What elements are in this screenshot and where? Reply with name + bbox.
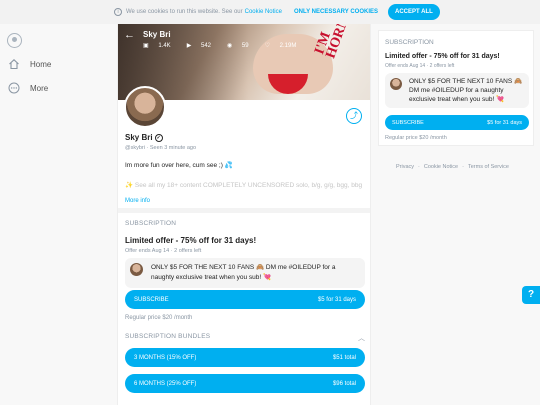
- card-offer-meta: Offer ends Aug 14 · 2 offers left: [385, 63, 455, 69]
- profile-info: Sky Bri ✓ @skybri · Seen 3 minute ago Im…: [125, 133, 365, 204]
- profile-handle: @skybri: [125, 145, 145, 151]
- footer-links: Privacy · Cookie Notice · Terms of Servi…: [396, 164, 513, 170]
- card-promo-message: ONLY $5 FOR THE NEXT 10 FANS 🙈 DM me #OI…: [385, 73, 529, 108]
- profile-stats: ▣ 1.4K ▶ 542 ◉ 59 ♡ 2.19M: [143, 42, 312, 49]
- cookie-notice-footer-link[interactable]: Cookie Notice: [424, 164, 458, 170]
- cover-header: ← Sky Bri ▣ 1.4K ▶ 542 ◉ 59 ♡ 2.19M: [124, 30, 312, 50]
- sidebar-item-more[interactable]: More: [8, 82, 48, 94]
- footer-separator: ·: [462, 164, 464, 170]
- stream-icon: ◉: [227, 43, 233, 49]
- help-icon: ?: [527, 289, 535, 300]
- more-info-link[interactable]: More info: [125, 198, 365, 204]
- last-seen: Seen 3 minute ago: [149, 145, 197, 151]
- home-icon: [9, 59, 19, 70]
- card-subscribe-button[interactable]: SUBSCRIBE $5 for 31 days: [385, 115, 529, 130]
- profile-column: I'M HORNY ← Sky Bri ▣ 1.4K ▶ 542 ◉ 59 ♡ 2…: [117, 24, 371, 405]
- offer-title: Limited offer - 75% off for 31 days!: [125, 236, 257, 245]
- back-arrow-icon[interactable]: ←: [124, 30, 135, 49]
- bundle-price: $96 total: [332, 380, 356, 387]
- likes-count: ♡ 2.19M: [264, 43, 297, 49]
- promo-avatar: [130, 263, 143, 276]
- subscribe-label: SUBSCRIBE: [392, 119, 424, 126]
- bundle-label: 3 MONTHS (15% off): [134, 354, 197, 361]
- bundle-6-months-button[interactable]: 6 MONTHS (25% off) $96 total: [125, 374, 365, 393]
- sidebar-item-label: More: [30, 83, 49, 93]
- share-icon: ⤴: [350, 111, 358, 120]
- offer-meta: Offer ends Aug 14 · 2 offers left: [125, 248, 202, 254]
- bundle-label: 6 MONTHS (25% off): [134, 380, 197, 387]
- profile-meta: @skybri · Seen 3 minute ago: [125, 145, 197, 151]
- subscribe-button[interactable]: Subscribe $5 for 31 days: [125, 290, 365, 309]
- help-button[interactable]: ?: [522, 286, 540, 304]
- privacy-link[interactable]: Privacy: [396, 164, 414, 170]
- subscribe-label: Subscribe: [134, 296, 169, 303]
- streams-count: ◉ 59: [227, 43, 249, 49]
- info-icon: i: [114, 8, 122, 16]
- profile-name: Sky Bri ✓: [125, 133, 163, 142]
- card-offer-title: Limited offer - 75% off for 31 days!: [385, 53, 500, 60]
- cookie-notice-link[interactable]: Cookie Notice: [245, 9, 282, 15]
- profile-avatar[interactable]: [124, 86, 166, 128]
- more-icon: [8, 82, 20, 94]
- cookie-text: We use cookies to run this website. See …: [126, 9, 243, 15]
- share-button[interactable]: ⤴: [346, 108, 362, 124]
- card-regular-price: Regular price $20 /month: [385, 135, 447, 141]
- videos-count: ▶ 542: [186, 43, 211, 49]
- photos-count: ▣ 1.4K: [143, 43, 171, 49]
- accept-all-button[interactable]: ACCEPT ALL: [388, 4, 440, 20]
- subscribe-price: $5 for 31 days: [317, 296, 356, 303]
- bundle-3-months-button[interactable]: 3 MONTHS (15% off) $51 total: [125, 348, 365, 367]
- profile-bio-line: ✨ See all my 18+ content COMPLETELY UNCE…: [125, 182, 363, 189]
- profile-bio: Im more fun over here, cum see ;) 💦: [125, 162, 233, 169]
- terms-link[interactable]: Terms of Service: [468, 164, 509, 170]
- only-necessary-cookies-button[interactable]: ONLY NECESSARY COOKIES: [294, 9, 378, 15]
- promo-avatar: [390, 78, 402, 90]
- verified-icon: ✓: [154, 133, 163, 142]
- cookie-banner: i We use cookies to run this website. Se…: [0, 0, 540, 24]
- bundles-header[interactable]: Subscription bundles ︿: [118, 333, 370, 343]
- user-avatar[interactable]: [7, 33, 22, 48]
- sidebar-item-label: Home: [30, 59, 52, 69]
- heart-icon: ♡: [264, 43, 270, 49]
- subscription-card: Subscription Limited offer - 75% off for…: [378, 30, 534, 146]
- video-icon: ▶: [186, 43, 192, 49]
- photo-icon: ▣: [143, 43, 149, 49]
- subscription-section-title: Subscription: [125, 220, 177, 227]
- bundles-title: Subscription bundles: [125, 333, 211, 340]
- chevron-up-icon[interactable]: ︿: [358, 333, 365, 343]
- promo-message: ONLY $5 FOR THE NEXT 10 FANS 🙈 DM me #OI…: [125, 258, 365, 288]
- subscribe-price: $5 for 31 days: [487, 119, 522, 126]
- regular-price: Regular price $20 /month: [125, 315, 193, 321]
- sidebar-item-home[interactable]: Home: [8, 58, 51, 70]
- cover-profile-name: Sky Bri: [143, 30, 171, 39]
- divider: [118, 208, 370, 213]
- bundle-price: $51 total: [332, 354, 356, 361]
- card-title: Subscription: [385, 39, 434, 46]
- footer-separator: ·: [418, 164, 420, 170]
